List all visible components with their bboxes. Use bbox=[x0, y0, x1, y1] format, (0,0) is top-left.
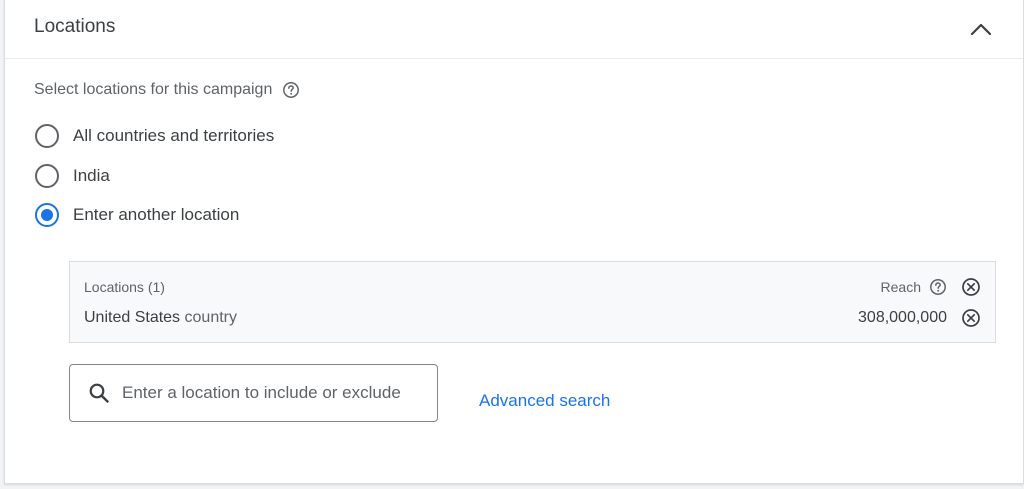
remove-all-icon[interactable] bbox=[961, 277, 981, 297]
radio-option-india[interactable]: India bbox=[35, 164, 110, 188]
radio-label: Enter another location bbox=[73, 205, 240, 224]
search-icon bbox=[88, 382, 110, 404]
location-name: United States bbox=[84, 309, 181, 326]
location-reach-value: 308,000,000 bbox=[858, 309, 947, 326]
radio-button[interactable] bbox=[35, 164, 59, 188]
remove-location-icon[interactable] bbox=[961, 308, 981, 328]
reach-header: Reach bbox=[881, 277, 981, 297]
card-header[interactable]: Locations bbox=[5, 0, 1023, 59]
help-icon[interactable] bbox=[282, 81, 300, 99]
location-row-reach: 308,000,000 bbox=[858, 308, 981, 328]
locations-card: Locations Select locations for this camp… bbox=[4, 0, 1024, 484]
radio-button[interactable] bbox=[35, 124, 59, 148]
radio-option-all-countries[interactable]: All countries and territories bbox=[35, 124, 274, 148]
card-title: Locations bbox=[34, 16, 116, 37]
location-row-name: United States country bbox=[84, 309, 237, 327]
location-search-input[interactable] bbox=[120, 382, 434, 404]
reach-label: Reach bbox=[880, 279, 921, 295]
radio-option-another-location[interactable]: Enter another location bbox=[35, 203, 239, 227]
location-type: country bbox=[184, 309, 237, 326]
section-subtitle-row: Select locations for this campaign bbox=[34, 81, 300, 99]
radio-button-selected[interactable] bbox=[35, 203, 59, 227]
radio-label: India bbox=[73, 166, 110, 185]
location-search-field[interactable] bbox=[69, 364, 438, 422]
advanced-search-link[interactable]: Advanced search bbox=[479, 391, 610, 411]
help-icon[interactable] bbox=[929, 278, 947, 296]
chevron-up-icon[interactable] bbox=[969, 18, 993, 40]
locations-count-label: Locations (1) bbox=[84, 279, 165, 295]
section-subtitle: Select locations for this campaign bbox=[34, 81, 273, 98]
selected-locations-box: Locations (1) Reach United States countr… bbox=[69, 261, 996, 343]
radio-label: All countries and territories bbox=[73, 126, 275, 145]
